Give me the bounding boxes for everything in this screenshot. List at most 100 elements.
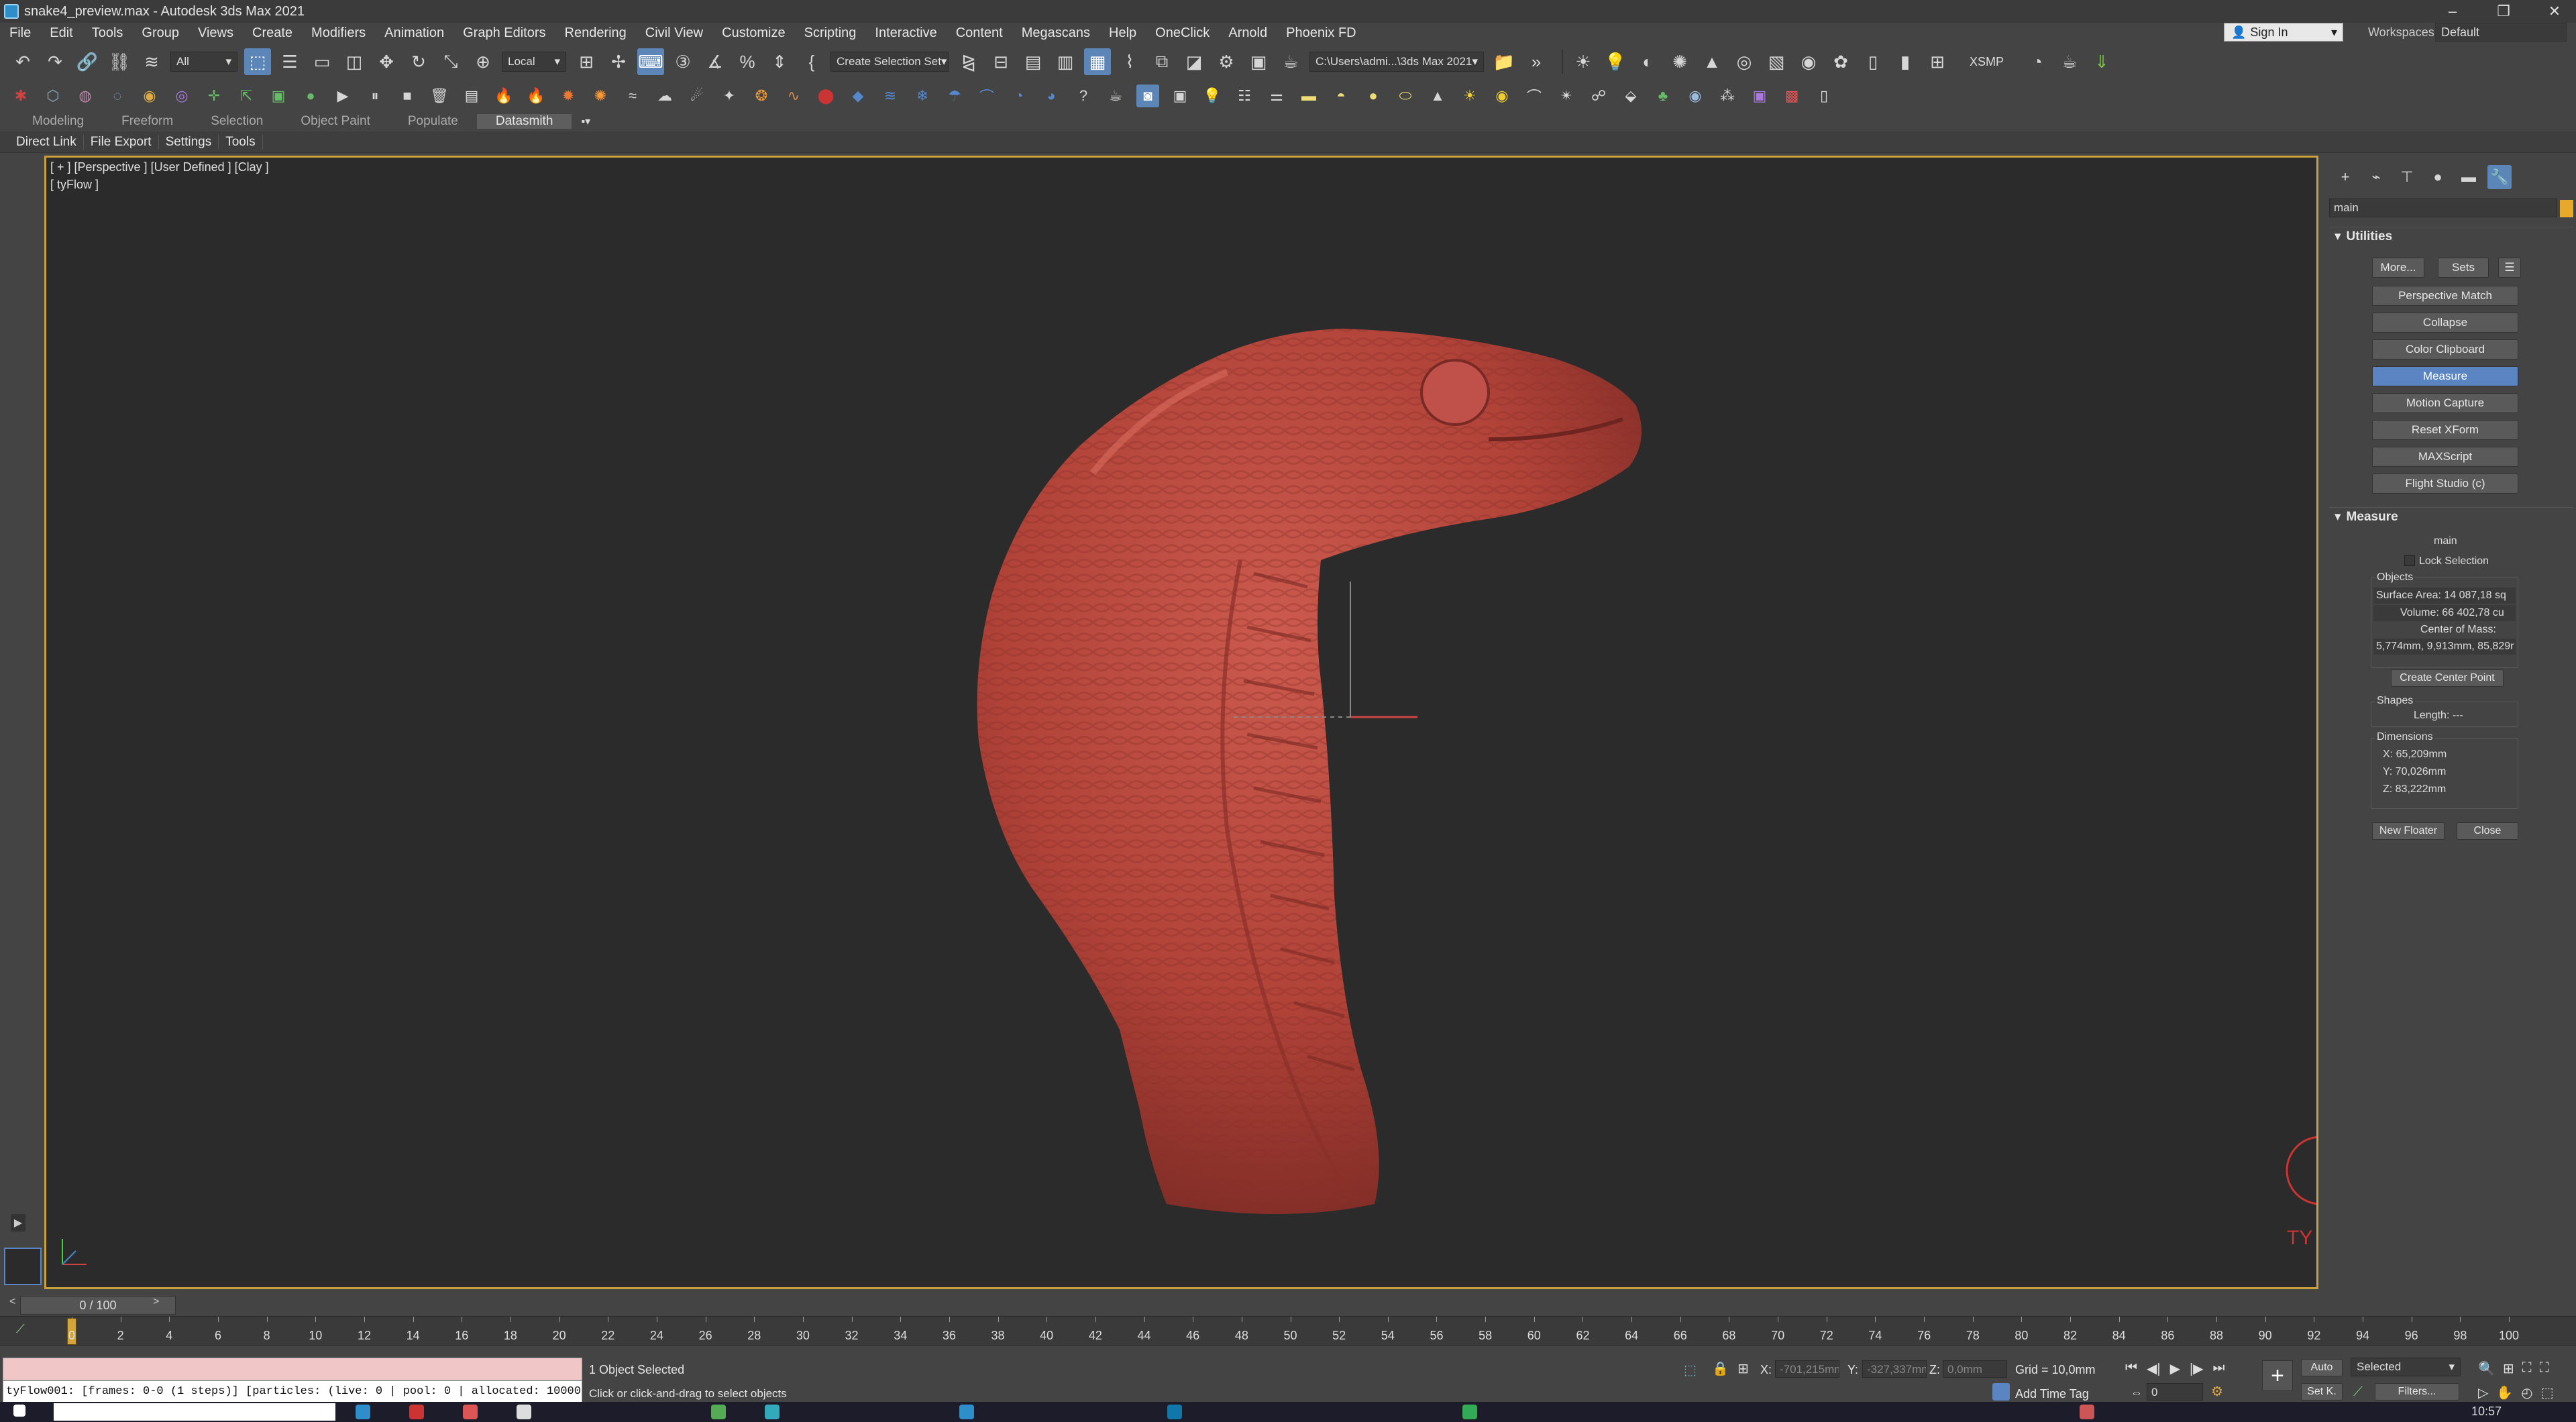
vray-plane-icon[interactable]: ▬ — [1297, 85, 1320, 107]
sign-in-dropdown[interactable]: 👤 Sign In ▾ — [2224, 23, 2343, 42]
snake-model[interactable] — [977, 329, 1642, 1214]
scale-icon[interactable]: ⤡ — [437, 48, 464, 75]
utilities-tab-icon[interactable]: 🔧 — [2487, 165, 2512, 189]
geo-tool-icon[interactable]: ◌ — [106, 85, 129, 107]
key-filter-dropdown[interactable]: Selected ▾ — [2351, 1358, 2461, 1376]
stop-icon[interactable]: ■ — [396, 85, 419, 107]
taskbar-app-icon[interactable] — [517, 1405, 531, 1419]
schematic-view-icon[interactable]: ⧉ — [1148, 48, 1175, 75]
motion-capture-button[interactable]: Motion Capture — [2372, 393, 2518, 413]
layer-explorer-icon[interactable]: ▥ — [1052, 48, 1079, 75]
isolate-selection-icon[interactable]: ⬚ — [1684, 1362, 1697, 1378]
set-key-big-icon[interactable]: + — [2262, 1360, 2293, 1391]
coin-tool-icon[interactable]: ◉ — [138, 85, 161, 107]
vray-proxy-icon[interactable]: ⌒ — [1523, 85, 1546, 107]
ribbon-tab-modeling[interactable]: Modeling — [13, 114, 103, 129]
mist-icon[interactable]: ⌒ — [975, 85, 998, 107]
lock-selection-checkbox[interactable] — [2404, 555, 2415, 566]
vray-fur-icon[interactable]: ✴ — [1555, 85, 1578, 107]
rendered-frame-window-icon[interactable]: ▣ — [1245, 48, 1272, 75]
new-floater-button[interactable]: New Floater — [2372, 822, 2445, 840]
color-clipboard-button[interactable]: Color Clipboard — [2372, 339, 2518, 360]
ribbon-direct-link[interactable]: Direct Link — [9, 134, 84, 150]
collapse-button[interactable]: Collapse — [2372, 313, 2518, 333]
arnold-render-icon[interactable]: ☀ — [1570, 48, 1597, 75]
menu-edit[interactable]: Edit — [40, 25, 82, 41]
menu-graph-editors[interactable]: Graph Editors — [453, 25, 555, 41]
vray-ambient-icon[interactable]: ◉ — [1491, 85, 1513, 107]
taskbar-app-icon[interactable] — [409, 1405, 424, 1419]
maxscript-button[interactable]: MAXScript — [2372, 447, 2518, 467]
taskbar-app-icon[interactable] — [959, 1405, 974, 1419]
delete-icon[interactable]: 🗑 — [428, 85, 451, 107]
vray-mesh-light-icon[interactable]: ⬭ — [1394, 85, 1417, 107]
fire-sim-icon[interactable]: ✺ — [589, 85, 612, 107]
time-tag-icon[interactable] — [1992, 1383, 2010, 1401]
menu-phoenix-fd[interactable]: Phoenix FD — [1277, 25, 1366, 41]
close-window-button[interactable]: ✕ — [2534, 0, 2575, 23]
layout-grid-icon[interactable]: ⊞ — [1924, 48, 1951, 75]
chain-tool-icon[interactable]: ◎ — [170, 85, 193, 107]
flight-studio-button[interactable]: Flight Studio (c) — [2372, 474, 2518, 494]
vray-material-icon[interactable]: ◉ — [1684, 85, 1707, 107]
particles-icon[interactable]: ❂ — [750, 85, 773, 107]
ribbon-tab-object-paint[interactable]: Object Paint — [282, 114, 389, 129]
arnold-material-icon[interactable]: ◉ — [1795, 48, 1822, 75]
previous-frame-icon[interactable]: ◀| — [2147, 1360, 2161, 1377]
bind-space-warp-icon[interactable]: ≋ — [138, 48, 165, 75]
object-color-swatch[interactable] — [2560, 200, 2573, 217]
menu-file[interactable]: File — [0, 25, 40, 41]
menu-views[interactable]: Views — [189, 25, 243, 41]
go-to-start-icon[interactable]: ⏮ — [2125, 1360, 2137, 1377]
arnold-light-icon[interactable]: 💡 — [1602, 48, 1629, 75]
select-manipulate-icon[interactable]: ✢ — [605, 48, 632, 75]
zoom-extents-icon[interactable]: ⛶ — [2522, 1360, 2532, 1377]
menu-arnold[interactable]: Arnold — [1219, 25, 1277, 41]
time-config-icon[interactable]: ⚙ — [2211, 1383, 2223, 1400]
arnold-volume-icon[interactable]: ▲ — [1699, 48, 1725, 75]
curve-editor-icon[interactable]: ⌇ — [1116, 48, 1143, 75]
key-filters-button[interactable]: Filters... — [2375, 1383, 2459, 1401]
ocean-icon[interactable]: ≋ — [879, 85, 902, 107]
vray-toggle-icon[interactable]: ▯ — [1813, 85, 1835, 107]
splash-icon[interactable]: ☂ — [943, 85, 966, 107]
maxscript-listener-input[interactable] — [3, 1358, 582, 1380]
layout-right-icon[interactable]: ▮ — [1892, 48, 1919, 75]
dot-tool-icon[interactable]: ● — [299, 85, 322, 107]
redo-icon[interactable]: ↷ — [42, 48, 68, 75]
viewport-layout-thumbnail[interactable] — [4, 1248, 42, 1285]
maximize-viewport-icon[interactable]: ⬚ — [2541, 1384, 2554, 1401]
menu-oneclick[interactable]: OneClick — [1146, 25, 1219, 41]
menu-modifiers[interactable]: Modifiers — [302, 25, 375, 41]
move-icon[interactable]: ✥ — [373, 48, 400, 75]
align-icon[interactable]: ⊟ — [987, 48, 1014, 75]
teapot-icon[interactable]: ☕ — [2056, 48, 2083, 75]
vray-cam-icon[interactable]: ▣ — [1748, 85, 1771, 107]
taskbar-app-icon[interactable] — [2080, 1405, 2094, 1419]
vray-render-icon[interactable]: ◙ — [1136, 85, 1159, 107]
keyboard-shortcut-override-icon[interactable]: ⌨ — [637, 48, 664, 75]
overflow-icon[interactable]: » — [1523, 48, 1550, 75]
taskbar-3dsmax-icon[interactable] — [1167, 1405, 1182, 1419]
selection-lock-icon[interactable]: 🔒 — [1712, 1360, 1729, 1377]
scale-tool-icon[interactable]: ▣ — [267, 85, 290, 107]
play-icon[interactable]: ▶ — [331, 85, 354, 107]
field-of-view-icon[interactable]: ▷ — [2478, 1384, 2488, 1401]
rectangular-selection-icon[interactable]: ▭ — [309, 48, 335, 75]
wind-icon[interactable]: ≈ — [621, 85, 644, 107]
xsmp-label[interactable]: XSMP — [1970, 55, 2004, 69]
layout-left-icon[interactable]: ▯ — [1860, 48, 1886, 75]
perspective-match-button[interactable]: Perspective Match — [2372, 286, 2518, 306]
z-coord-field[interactable]: 0,0mm — [1943, 1360, 2007, 1378]
ribbon-tab-freeform[interactable]: Freeform — [103, 114, 192, 129]
arnold-shader-icon[interactable]: ◎ — [1731, 48, 1758, 75]
arnold-image-icon[interactable]: ▧ — [1763, 48, 1790, 75]
transform-tool-icon[interactable]: ⇱ — [235, 85, 258, 107]
close-measure-button[interactable]: Close — [2457, 822, 2518, 840]
cube-tool-icon[interactable]: ⬡ — [42, 85, 64, 107]
project-folder-icon[interactable]: 📁 — [1491, 48, 1517, 75]
vray-mtl-icon[interactable]: ♣ — [1652, 85, 1674, 107]
create-tab-icon[interactable]: + — [2333, 165, 2357, 189]
modify-tab-icon[interactable]: ⌁ — [2364, 165, 2388, 189]
menu-group[interactable]: Group — [132, 25, 189, 41]
